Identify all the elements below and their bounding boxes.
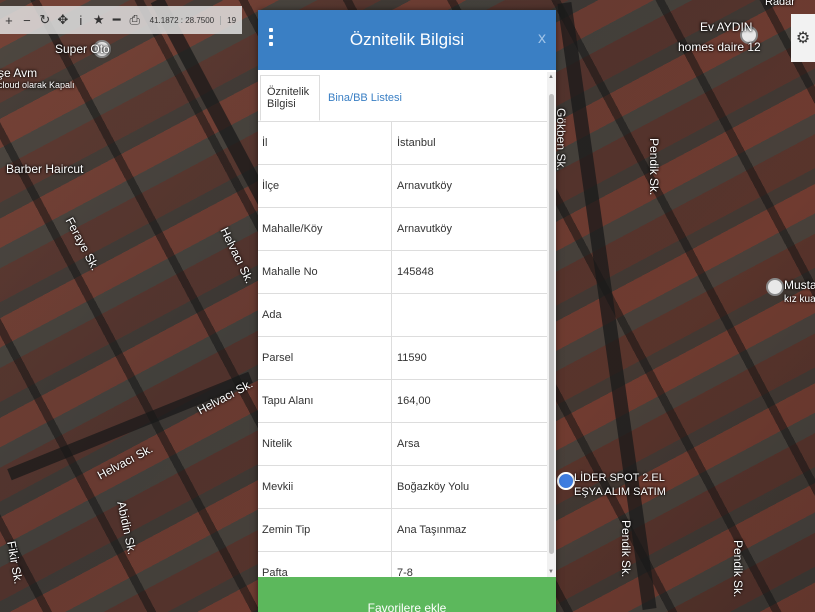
star-icon[interactable]: ★ <box>90 6 108 34</box>
attribute-value: Ana Taşınmaz <box>397 524 467 536</box>
attribute-key: Mahalle/Köy <box>258 208 392 250</box>
tab-building-list[interactable]: Bina/BB Listesi <box>322 75 408 121</box>
settings-gear-icon[interactable]: ⚙ <box>791 14 815 62</box>
map-road <box>557 2 657 610</box>
attribute-key: Parsel <box>258 337 392 379</box>
attribute-key: Mevkii <box>258 466 392 508</box>
map-label: Pendik Sk. <box>731 540 745 598</box>
table-row: Ada <box>258 294 547 337</box>
coordinate-readout: 41.1872 : 28.7500 <box>149 15 215 25</box>
map-label: Feraye Sk. <box>62 215 103 273</box>
map-label: Ev AYDIN <box>700 20 753 34</box>
add-favorites-button[interactable]: Favorilere ekle <box>258 577 556 612</box>
attribute-value: Boğazköy Yolu <box>397 481 470 493</box>
attribute-value <box>392 294 547 336</box>
minus-icon[interactable]: − <box>18 6 36 34</box>
scroll-down-icon[interactable]: ▼ <box>548 569 554 575</box>
map-label: şe Avm <box>0 66 38 80</box>
attribute-value: İstanbul <box>397 137 436 149</box>
menu-dots-icon[interactable] <box>266 28 276 46</box>
attribute-key: Tapu Alanı <box>258 380 392 422</box>
map-label: Fikir Sk. <box>4 540 26 586</box>
dialog-title: Öznitelik Bilgisi <box>349 30 465 49</box>
attribute-key: Nitelik <box>258 423 392 465</box>
table-row: Mevkii Boğazköy Yolu <box>258 466 547 509</box>
poi-pin-icon[interactable] <box>766 278 784 296</box>
zoom-level: 19 <box>220 15 242 25</box>
store-pin-icon[interactable] <box>557 472 575 490</box>
print-icon[interactable]: ⎙ <box>126 6 144 34</box>
scroll-up-icon[interactable]: ▲ <box>548 74 554 80</box>
table-row: Mahalle/Köy Arnavutköy <box>258 208 547 251</box>
map-label: Abidin Sk. <box>114 500 140 556</box>
map-label: Radar <box>765 0 795 8</box>
map-label: Barber Haircut <box>6 162 84 176</box>
table-row: Parsel 11590 <box>258 337 547 380</box>
attribute-value: Arnavutköy <box>397 223 453 235</box>
attribute-key: Mahalle No <box>258 251 392 293</box>
map-label: Super Oto <box>55 42 110 56</box>
map-label: homes daire 12 <box>678 40 761 54</box>
attribute-value: 11590 <box>397 352 427 364</box>
attribute-key: İl <box>258 122 392 164</box>
ruler-icon[interactable]: ━ <box>108 6 126 34</box>
info-icon[interactable]: i <box>72 6 90 34</box>
map-label: cloud olarak Kapalı <box>0 80 75 90</box>
scroll-thumb[interactable] <box>549 94 554 554</box>
map-label: Helvacı Sk. <box>217 225 257 286</box>
dialog-tabs: Öznitelik Bilgisi Bina/BB Listesi <box>258 75 547 122</box>
table-row: Zemin Tip Ana Taşınmaz <box>258 509 547 552</box>
map-label: Helvacı Sk. <box>95 441 156 483</box>
tab-attribute-info[interactable]: Öznitelik Bilgisi <box>260 75 320 121</box>
attribute-table: İl İstanbul İlçe Arnavutköy Mahalle/Köy Arnav… <box>258 122 547 595</box>
map-label: Pendik Sk. <box>619 520 633 578</box>
table-row: Nitelik Arsa <box>258 423 547 466</box>
attribute-value: Arsa <box>397 438 420 450</box>
map-label: Pendik Sk. <box>647 138 661 196</box>
refresh-icon[interactable]: ↻ <box>36 6 54 34</box>
attribute-value: Arnavutköy <box>397 180 453 192</box>
map-toolbar: + − ↻ ✥ i ★ ━ ⎙ 41.1872 : 28.7500 19 <box>0 6 242 34</box>
close-icon[interactable]: x <box>538 30 546 48</box>
map-label: EŞYA ALIM SATIM <box>574 486 666 498</box>
dialog-header: Öznitelik Bilgisi x <box>258 10 556 70</box>
attribute-dialog: Öznitelik Bilgisi x Öznitelik Bilgisi Bi… <box>258 10 556 612</box>
attribute-key: Zemin Tip <box>258 509 392 551</box>
map-label: Mustafa <box>784 278 815 292</box>
attribute-key: İlçe <box>258 165 392 207</box>
attribute-value: 164,00 <box>397 395 431 407</box>
attribute-value: 145848 <box>397 266 434 278</box>
dialog-scrollbar[interactable]: ▲ ▼ <box>547 72 556 577</box>
table-row: İlçe Arnavutköy <box>258 165 547 208</box>
table-row: Mahalle No 145848 <box>258 251 547 294</box>
move-icon[interactable]: ✥ <box>54 6 72 34</box>
plus-icon[interactable]: + <box>0 6 18 34</box>
table-row: İl İstanbul <box>258 122 547 165</box>
table-row: Tapu Alanı 164,00 <box>258 380 547 423</box>
map-label: Gökben Sk. <box>554 108 568 171</box>
map-label: LİDER SPOT 2.EL <box>574 472 665 484</box>
map-label: kız kuaf <box>784 294 815 305</box>
attribute-key: Ada <box>258 294 392 336</box>
